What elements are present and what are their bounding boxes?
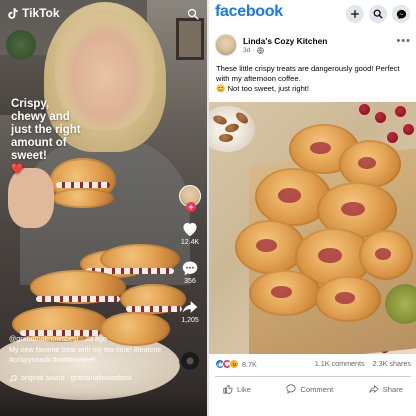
florentine-cookie: [235, 220, 305, 274]
header-icons: [346, 5, 410, 23]
post-actions: Like Comment Share: [215, 381, 411, 397]
overlay-heart-emoji: ❤️: [11, 164, 24, 175]
background-plant: [6, 30, 36, 60]
video-description[interactable]: My new favorite treat with my tea time! …: [9, 345, 179, 364]
reaction-summary[interactable]: 8.7K 1.1K comments 2.3K shares: [215, 359, 411, 373]
share-icon[interactable]: [181, 299, 199, 315]
sound-line[interactable]: original sound - grandmaknowsbest: [9, 374, 132, 383]
comment-icon[interactable]: [181, 260, 199, 276]
cranberry: [395, 106, 406, 117]
action-rail: + 12.4K 356 1,205: [177, 185, 203, 324]
comment-count[interactable]: 1.1K comments: [315, 359, 365, 368]
florentine-cookie: [339, 140, 401, 188]
follow-plus-icon[interactable]: +: [186, 202, 196, 212]
florentine-cookie: [249, 270, 321, 316]
messenger-icon[interactable]: [392, 5, 410, 23]
comment-count: 356: [184, 278, 196, 285]
like-label: Like: [237, 384, 251, 394]
split-screenshot: TikTok Crispy, chewy and just the right …: [0, 0, 416, 416]
post-header: Linda's Cozy Kitchen 3d · •••: [215, 34, 411, 60]
reaction-icons[interactable]: 8.7K: [215, 359, 257, 369]
page-avatar[interactable]: [215, 34, 237, 56]
plus-icon[interactable]: [346, 5, 364, 23]
dot-separator: ·: [252, 47, 255, 54]
share-count[interactable]: 2.3K shares: [373, 359, 411, 368]
overlay-caption: Crispy, chewy and just the right amount …: [11, 98, 81, 176]
action-divider: [215, 376, 411, 377]
post-time[interactable]: 3d: [243, 47, 250, 54]
bottom-gradient: [0, 392, 207, 416]
thumbs-up-icon: [223, 384, 233, 394]
like-action[interactable]: 12.4K: [181, 221, 199, 246]
florentine-cookie: [315, 276, 381, 322]
post-text-line-2: 😊 Not too sweet, just right!: [216, 84, 310, 93]
cranberry: [375, 112, 386, 123]
comment-action[interactable]: 356: [181, 260, 199, 285]
overlay-caption-text: Crispy, chewy and just the right amount …: [11, 98, 81, 162]
stack-cookie-filling: [36, 296, 120, 302]
more-options-icon[interactable]: •••: [396, 35, 411, 47]
comment-bubble-icon: [286, 384, 296, 394]
heart-icon[interactable]: [181, 221, 199, 237]
like-count: 12.4K: [180, 239, 200, 246]
globe-icon: [256, 47, 264, 54]
tiktok-app-name: TikTok: [22, 6, 60, 20]
wall-picture-frame: [176, 18, 204, 60]
search-icon[interactable]: [369, 5, 387, 23]
share-count: 1,205: [181, 317, 199, 324]
haha-reaction-icon: [229, 359, 239, 369]
share-action[interactable]: 1,205: [181, 299, 199, 324]
cranberry: [403, 124, 414, 135]
tiktok-header: TikTok: [6, 6, 60, 20]
search-icon[interactable]: [187, 7, 199, 20]
share-button[interactable]: Share: [361, 381, 411, 397]
username[interactable]: @grandmaknowsbest: [9, 334, 79, 343]
cranberry: [387, 132, 398, 143]
tiktok-logo-icon: [6, 7, 19, 20]
video-author-line[interactable]: @grandmaknowsbest · 2d ago: [9, 334, 107, 343]
music-disc-icon[interactable]: [179, 350, 201, 372]
reaction-count[interactable]: 8.7K: [242, 360, 257, 369]
post-meta: 3d ·: [243, 47, 264, 54]
sound-name[interactable]: original sound - grandmaknowsbest: [21, 375, 132, 382]
hand: [8, 168, 54, 228]
facebook-header: facebook: [209, 0, 416, 28]
post-text: These little crispy treats are dangerous…: [216, 64, 411, 94]
facebook-post-panel: facebook Linda's Cozy Kitchen 3d · ••• T…: [209, 0, 416, 416]
post-text-line-1: These little crispy treats are dangerous…: [216, 64, 400, 83]
like-button[interactable]: Like: [215, 381, 259, 397]
post-photo[interactable]: [209, 102, 416, 354]
post-age: 2d ago: [85, 334, 107, 343]
stack-cookie: [100, 312, 170, 346]
creator-avatar[interactable]: +: [179, 185, 201, 212]
facebook-logo[interactable]: facebook: [215, 3, 283, 21]
post-stats: 1.1K comments 2.3K shares: [315, 359, 411, 368]
florentine-cookie: [359, 230, 413, 280]
held-cookie-bottom: [52, 188, 114, 208]
music-note-icon: [10, 375, 17, 382]
cranberry: [359, 104, 370, 115]
share-arrow-icon: [369, 385, 379, 393]
comment-button[interactable]: Comment: [278, 381, 341, 397]
share-label: Share: [382, 384, 403, 394]
stack-cookie-filling: [106, 268, 174, 274]
comment-label: Comment: [300, 384, 334, 394]
page-name[interactable]: Linda's Cozy Kitchen: [243, 36, 327, 46]
tiktok-video-panel[interactable]: TikTok Crispy, chewy and just the right …: [0, 0, 207, 416]
almond: [219, 134, 233, 142]
